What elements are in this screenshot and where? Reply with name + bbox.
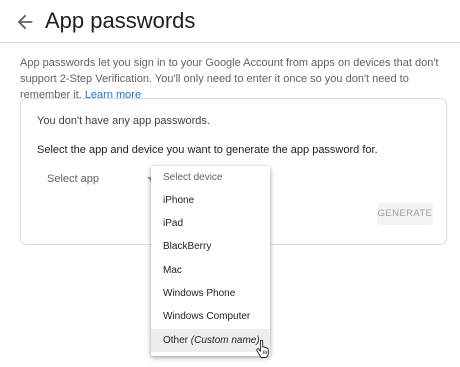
- generate-button[interactable]: GENERATE: [377, 203, 433, 225]
- menu-item-iphone[interactable]: iPhone: [151, 189, 270, 212]
- menu-item-select-device[interactable]: Select device: [151, 166, 270, 189]
- intro-text: App passwords let you sign in to your Go…: [20, 55, 445, 103]
- menu-item-ipad[interactable]: iPad: [151, 212, 270, 235]
- page-title: App passwords: [45, 8, 196, 33]
- custom-name-hint: (Custom name): [190, 335, 260, 346]
- other-label: Other: [163, 335, 189, 346]
- page-header: App passwords: [0, 0, 460, 43]
- arrow-back-icon: [17, 14, 33, 30]
- app-passwords-page: App passwords App passwords let you sign…: [0, 0, 460, 367]
- select-instructions: Select the app and device you want to ge…: [37, 144, 378, 156]
- hand-pointer-icon: [256, 340, 269, 358]
- menu-item-windows-computer[interactable]: Windows Computer: [151, 305, 270, 328]
- intro-description: App passwords let you sign in to your Go…: [20, 57, 439, 101]
- menu-item-windows-phone[interactable]: Windows Phone: [151, 282, 270, 305]
- select-device-menu[interactable]: Select device iPhone iPad BlackBerry Mac…: [151, 166, 270, 356]
- menu-item-blackberry[interactable]: BlackBerry: [151, 235, 270, 258]
- menu-item-other[interactable]: Other (Custom name): [151, 329, 270, 352]
- menu-item-mac[interactable]: Mac: [151, 259, 270, 282]
- back-button[interactable]: [14, 11, 36, 33]
- select-app-dropdown[interactable]: Select app: [37, 167, 155, 193]
- empty-message: You don't have any app passwords.: [37, 115, 210, 127]
- select-app-value: Select app: [47, 173, 99, 185]
